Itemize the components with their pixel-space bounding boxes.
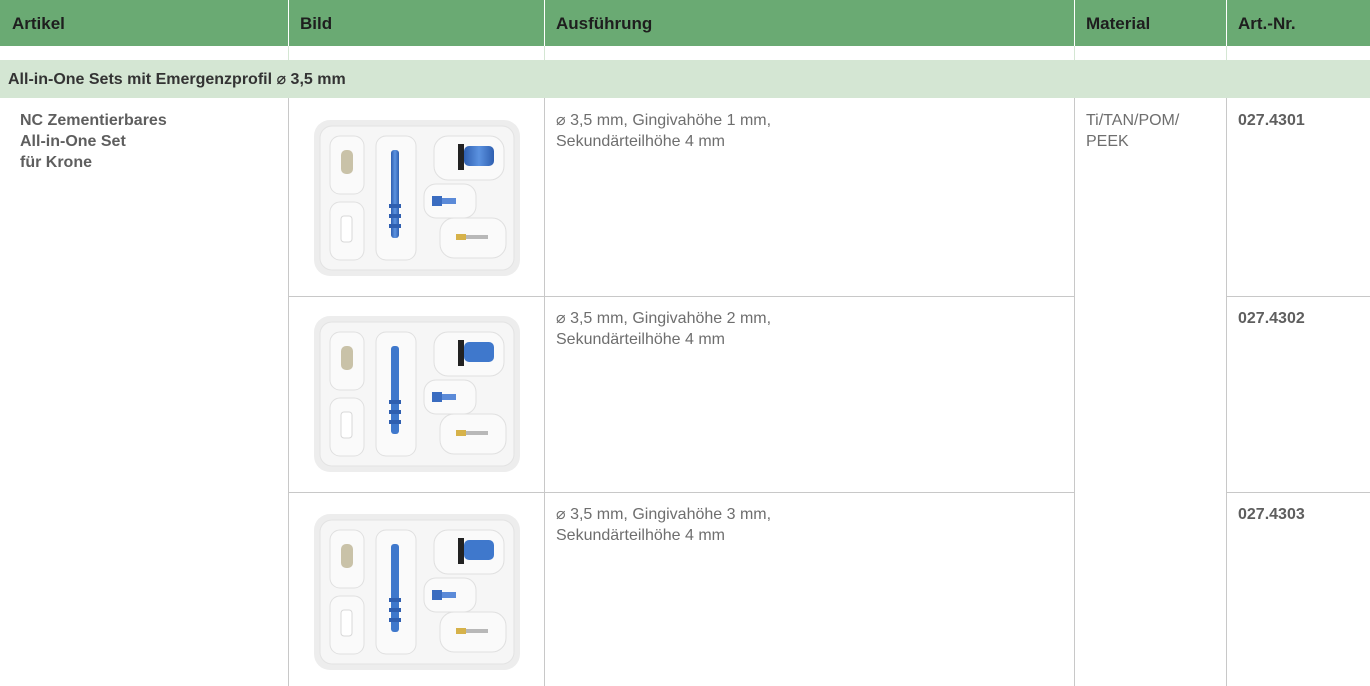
header-artikel: Artikel bbox=[12, 14, 65, 33]
column-divider bbox=[544, 98, 545, 686]
header-bild: Bild bbox=[300, 14, 333, 33]
product-tray-image bbox=[314, 316, 520, 472]
column-divider bbox=[1074, 46, 1075, 60]
header-divider bbox=[1074, 0, 1075, 46]
description-line: Sekundärteilhöhe 4 mm bbox=[556, 331, 725, 348]
header-ausfuehrung: Ausführung bbox=[556, 14, 653, 33]
row-2-article-number: 027.4302 bbox=[1238, 310, 1305, 327]
table-header: Artikel Bild Ausführung Material Art.-Nr… bbox=[0, 0, 1370, 46]
description-line: ⌀ 3,5 mm, Gingivahöhe 1 mm, bbox=[556, 112, 772, 129]
column-divider bbox=[288, 98, 289, 686]
row-1-article-number: 027.4301 bbox=[1238, 112, 1305, 129]
column-divider bbox=[288, 46, 289, 60]
header-divider bbox=[1226, 0, 1227, 46]
product-tray-image bbox=[314, 514, 520, 670]
header-divider bbox=[288, 0, 289, 46]
row-3-description: ⌀ 3,5 mm, Gingivahöhe 3 mm, Sekundärteil… bbox=[556, 504, 771, 546]
material-line: PEEK bbox=[1086, 133, 1129, 150]
section-title: All-in-One Sets mit Emergenzprofil ⌀ 3,5… bbox=[8, 71, 346, 88]
header-material: Material bbox=[1086, 14, 1151, 33]
article-name-line: All-in-One Set bbox=[20, 133, 126, 150]
column-divider bbox=[1226, 46, 1227, 60]
row-2-description: ⌀ 3,5 mm, Gingivahöhe 2 mm, Sekundärteil… bbox=[556, 308, 771, 350]
row-divider bbox=[288, 296, 1074, 297]
section-header: All-in-One Sets mit Emergenzprofil ⌀ 3,5… bbox=[0, 60, 1370, 98]
header-artnr: Art.-Nr. bbox=[1238, 14, 1296, 33]
column-divider bbox=[1074, 98, 1075, 686]
material-cell: Ti/TAN/POM/ PEEK bbox=[1086, 110, 1216, 152]
column-divider bbox=[544, 46, 545, 60]
header-divider bbox=[544, 0, 545, 46]
row-1-description: ⌀ 3,5 mm, Gingivahöhe 1 mm, Sekundärteil… bbox=[556, 110, 771, 152]
article-name: NC Zementierbares All-in-One Set für Kro… bbox=[20, 110, 167, 173]
column-divider bbox=[1226, 98, 1227, 686]
row-3-article-number: 027.4303 bbox=[1238, 506, 1305, 523]
description-line: Sekundärteilhöhe 4 mm bbox=[556, 133, 725, 150]
article-name-line: NC Zementierbares bbox=[20, 112, 167, 129]
row-divider bbox=[1226, 296, 1370, 297]
row-divider bbox=[288, 492, 1074, 493]
description-line: Sekundärteilhöhe 4 mm bbox=[556, 527, 725, 544]
description-line: ⌀ 3,5 mm, Gingivahöhe 3 mm, bbox=[556, 506, 772, 523]
article-name-line: für Krone bbox=[20, 154, 92, 171]
description-line: ⌀ 3,5 mm, Gingivahöhe 2 mm, bbox=[556, 310, 772, 327]
material-line: Ti/TAN/POM/ bbox=[1086, 112, 1180, 129]
product-tray-image bbox=[314, 120, 520, 276]
row-divider bbox=[1226, 492, 1370, 493]
